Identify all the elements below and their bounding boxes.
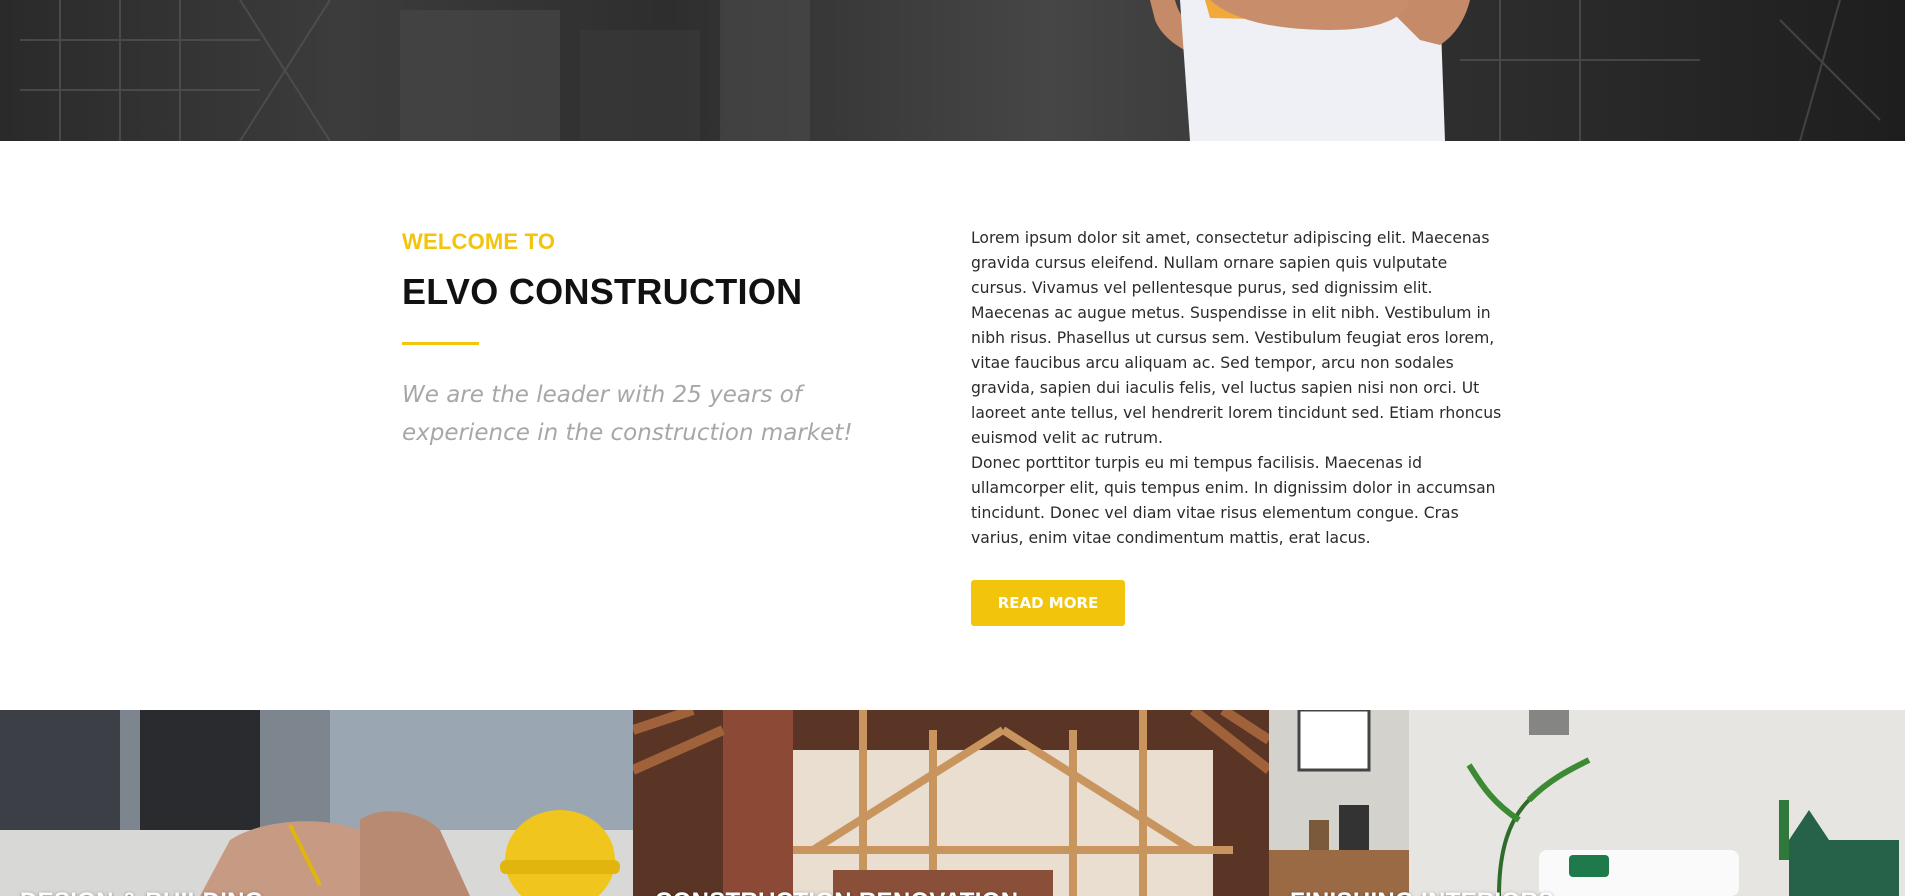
service-image-construction-renovation bbox=[633, 710, 1269, 896]
page-title: ELVO CONSTRUCTION bbox=[402, 271, 803, 312]
tagline: We are the leader with 25 years of exper… bbox=[402, 382, 853, 446]
service-card-finishing-interiors[interactable] bbox=[1269, 710, 1905, 896]
read-more-button[interactable]: READ MORE bbox=[971, 580, 1125, 626]
hero-image bbox=[20, 0, 1881, 141]
service-title-design-building[interactable]: DESIGN & BUILDING bbox=[20, 888, 264, 896]
title-underline bbox=[402, 342, 479, 345]
hero-banner bbox=[0, 0, 1905, 141]
intro-paragraph-2: Donec porttitor turpis eu mi tempus faci… bbox=[971, 454, 1496, 547]
service-card-design-building[interactable] bbox=[0, 710, 633, 896]
service-card-construction-renovation[interactable] bbox=[633, 710, 1269, 896]
page: WELCOME TO ELVO CONSTRUCTION We are the … bbox=[0, 0, 1905, 896]
welcome-eyebrow: WELCOME TO bbox=[402, 229, 556, 254]
intro-paragraph-1: Lorem ipsum dolor sit amet, consectetur … bbox=[971, 229, 1502, 447]
service-title-construction-renovation[interactable]: CONSTRUCTION RENOVATION bbox=[655, 888, 1018, 896]
service-image-design-building bbox=[0, 710, 633, 896]
service-title-finishing-interiors[interactable]: FINISHING INTERIORS bbox=[1290, 888, 1554, 896]
service-image-finishing-interiors bbox=[1269, 710, 1905, 896]
